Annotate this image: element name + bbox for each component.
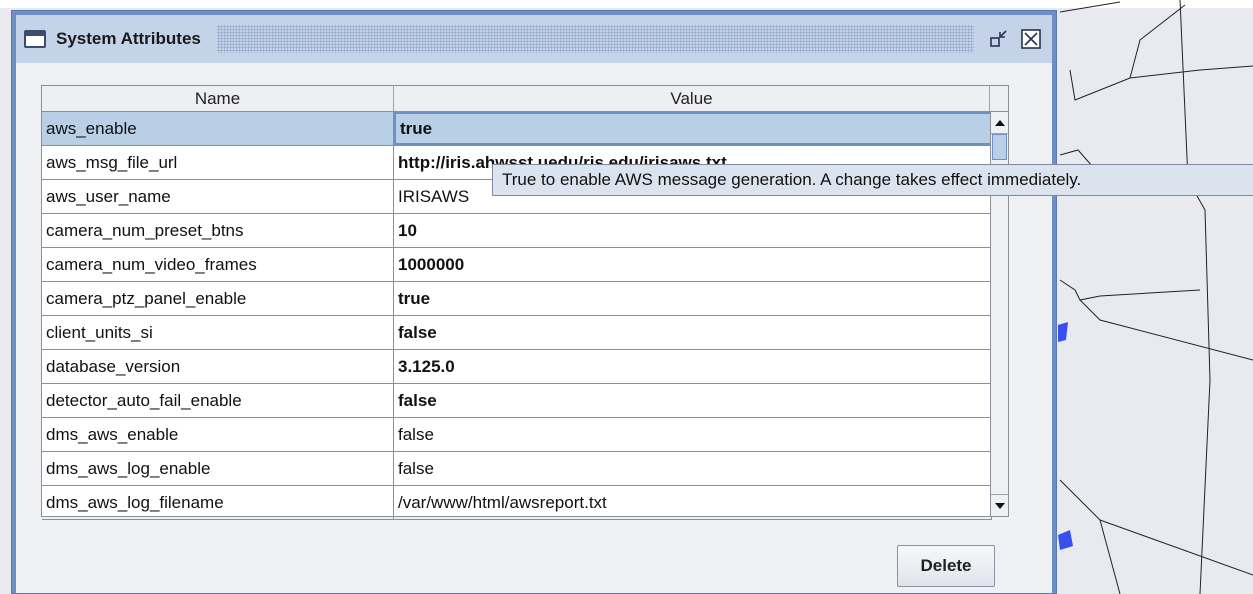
header-corner: [990, 86, 1008, 111]
window-titlebar[interactable]: System Attributes: [16, 15, 1052, 63]
table-row[interactable]: camera_num_video_frames 1000000: [42, 248, 992, 282]
attribute-value-cell[interactable]: false: [394, 452, 992, 485]
table-row[interactable]: aws_enable true: [42, 112, 992, 146]
scroll-up-icon[interactable]: [991, 112, 1008, 134]
attribute-value-cell[interactable]: 1000000: [394, 248, 992, 281]
attribute-name-cell[interactable]: aws_enable: [42, 112, 394, 145]
attribute-value-cell[interactable]: 3.125.0: [394, 350, 992, 383]
attribute-value-cell[interactable]: /var/www/html/awsreport.txt: [394, 486, 992, 519]
attribute-name-cell[interactable]: camera_num_video_frames: [42, 248, 394, 281]
attribute-value-cell[interactable]: true: [394, 112, 992, 145]
attribute-name-cell[interactable]: camera_ptz_panel_enable: [42, 282, 394, 315]
attribute-value-cell[interactable]: 10: [394, 214, 992, 247]
window-title: System Attributes: [56, 29, 201, 48]
attribute-name-cell[interactable]: detector_auto_fail_enable: [42, 384, 394, 417]
scrollbar-thumb[interactable]: [992, 134, 1007, 160]
attribute-value-cell[interactable]: false: [394, 316, 992, 349]
window-icon: [24, 30, 46, 48]
attribute-name-cell[interactable]: camera_num_preset_btns: [42, 214, 394, 247]
titlebar-grip[interactable]: [216, 25, 974, 53]
table-row[interactable]: dms_aws_enable false: [42, 418, 992, 452]
table-header: Name Value: [42, 86, 1008, 112]
tooltip: True to enable AWS message generation. A…: [492, 164, 1253, 196]
map-marker: [1058, 322, 1068, 342]
attribute-name-cell[interactable]: dms_aws_log_filename: [42, 486, 394, 519]
attribute-value-cell[interactable]: false: [394, 384, 992, 417]
table-row[interactable]: client_units_si false: [42, 316, 992, 350]
attribute-name-cell[interactable]: aws_user_name: [42, 180, 394, 213]
attribute-name-cell[interactable]: client_units_si: [42, 316, 394, 349]
attribute-value-cell[interactable]: true: [394, 282, 992, 315]
table-row[interactable]: detector_auto_fail_enable false: [42, 384, 992, 418]
attribute-name-cell[interactable]: aws_msg_file_url: [42, 146, 394, 179]
column-header-name[interactable]: Name: [42, 86, 394, 111]
attribute-name-cell[interactable]: dms_aws_enable: [42, 418, 394, 451]
column-header-value[interactable]: Value: [394, 86, 990, 111]
iconify-icon[interactable]: [988, 28, 1010, 50]
close-icon[interactable]: [1020, 28, 1042, 50]
system-attributes-window: System Attributes Name Value aws_enable t…: [11, 10, 1057, 594]
attribute-name-cell[interactable]: dms_aws_log_enable: [42, 452, 394, 485]
attributes-table: Name Value aws_enable true aws_msg_file_ur…: [41, 85, 1009, 520]
attribute-name-cell[interactable]: database_version: [42, 350, 394, 383]
table-row[interactable]: camera_ptz_panel_enable true: [42, 282, 992, 316]
scroll-down-icon[interactable]: [991, 494, 1008, 516]
table-row[interactable]: camera_num_preset_btns 10: [42, 214, 992, 248]
table-row[interactable]: dms_aws_log_enable false: [42, 452, 992, 486]
table-row[interactable]: dms_aws_log_filename/var/www/html/awsrep…: [42, 486, 992, 520]
map-marker: [1058, 530, 1073, 550]
delete-button[interactable]: Delete: [897, 545, 995, 587]
table-row[interactable]: database_version 3.125.0: [42, 350, 992, 384]
window-content: Name Value aws_enable true aws_msg_file_ur…: [16, 63, 1052, 593]
attribute-value-cell[interactable]: false: [394, 418, 992, 451]
